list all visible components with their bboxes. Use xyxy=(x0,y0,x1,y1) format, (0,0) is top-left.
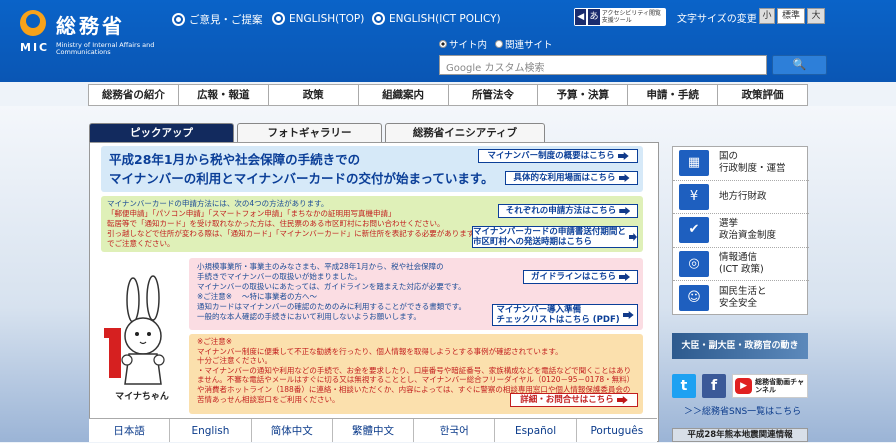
side-item-elections[interactable]: ✔ 選挙 政治資金制度 xyxy=(673,214,809,248)
side-item-ict[interactable]: ◎ 情報通信 (ICT 政策) xyxy=(673,248,809,281)
arrow-right-icon xyxy=(617,152,629,160)
youtube-channel-button[interactable]: ▶ 総務省動画チャンネル xyxy=(732,374,808,398)
lang-english[interactable]: English xyxy=(170,419,252,442)
guideline-button[interactable]: ガイドラインはこちら xyxy=(523,270,638,284)
lang-traditional-chinese[interactable]: 繁體中文 xyxy=(333,419,415,442)
application-methods-button[interactable]: それぞれの申請方法はこちら xyxy=(498,204,638,218)
hiragana-icon: あ xyxy=(588,9,600,25)
arrow-right-icon xyxy=(628,233,637,241)
nav-policy[interactable]: 政策 xyxy=(268,84,359,106)
mynachan-mascot-image xyxy=(104,275,165,385)
tab-bar: ピックアップ フォトギャラリー 総務省イニシアティブ xyxy=(89,123,657,143)
nav-laws[interactable]: 所管法令 xyxy=(448,84,539,106)
minister-banner[interactable]: 大臣・副大臣・政務官の動き xyxy=(672,333,808,359)
logo-subtitle: Ministry of Internal Affairs and Communi… xyxy=(56,41,155,56)
application-text: マイナンバーカードの申請方法には、次の4つの方法があります。 「郵便申請」「パソ… xyxy=(107,199,482,248)
scope-site[interactable]: サイト内 xyxy=(439,37,487,51)
radio-checked-icon xyxy=(439,40,447,48)
building-icon: ▦ xyxy=(679,150,709,177)
global-nav: 総務省の紹介 広報・報道 政策 組織案内 所管法令 予算・決算 申請・手続 政策… xyxy=(88,84,808,106)
lang-japanese[interactable]: 日本語 xyxy=(89,419,171,442)
facebook-icon[interactable]: f xyxy=(702,374,726,398)
details-contact-button[interactable]: 詳細・お問合せはこちら xyxy=(510,393,638,407)
link-english-top[interactable]: ENGLISH(TOP) xyxy=(272,12,364,25)
accessibility-label: アクセシビリティ閲覧支援ツール xyxy=(601,10,662,24)
tab-pickup[interactable]: ピックアップ xyxy=(89,123,234,143)
twitter-icon[interactable]: t xyxy=(672,374,696,398)
nav-evaluation[interactable]: 政策評価 xyxy=(718,84,808,106)
yen-icon: ¥ xyxy=(679,183,709,210)
policy-sidebar: ▦ 国の 行政制度・運営 ¥ 地方行財政 ✔ 選挙 政治資金制度 ◎ 情報通信 (ICT… xyxy=(672,146,809,315)
arrow-right-icon xyxy=(618,174,630,182)
usage-scenes-button[interactable]: 具体的な利用場面はこちら xyxy=(505,171,638,185)
font-size-label: 文字サイズの変更 xyxy=(677,14,757,25)
mic-logo-icon[interactable] xyxy=(20,10,46,36)
scope-related[interactable]: 関連サイト xyxy=(495,37,553,51)
nav-organization[interactable]: 組織案内 xyxy=(358,84,449,106)
globe-icon: ◎ xyxy=(679,250,709,277)
arrow-right-icon xyxy=(622,311,634,319)
font-size-small[interactable]: 小 xyxy=(759,8,775,24)
tab-photo-gallery[interactable]: フォトギャラリー xyxy=(237,123,382,143)
circle-icon xyxy=(172,13,185,26)
nav-about[interactable]: 総務省の紹介 xyxy=(88,84,179,106)
side-item-safety[interactable]: ☺ 国民生活と 安全安全 xyxy=(673,281,809,315)
logo-title[interactable]: 総務省 xyxy=(56,10,125,39)
mascot-label: マイナちゃん xyxy=(115,392,169,402)
font-size-standard[interactable]: 標準 xyxy=(777,8,805,24)
search-button[interactable]: 🔍 xyxy=(772,55,827,75)
mynumber-overview-button[interactable]: マイナンバー制度の概要はこちら xyxy=(478,149,638,163)
lang-portuguese[interactable]: Português xyxy=(577,419,657,442)
font-size-large[interactable]: 大 xyxy=(807,8,825,24)
ballot-icon: ✔ xyxy=(679,217,709,244)
radio-icon xyxy=(495,40,503,48)
link-opinion[interactable]: ご意見・ご提案 xyxy=(172,12,263,27)
link-english-ict[interactable]: ENGLISH(ICT POLICY) xyxy=(372,12,501,25)
headline-text: 平成28年1月から税や社会保障の手続きでの マイナンバーの利用とマイナンバーカード… xyxy=(109,152,494,186)
logo-mic: MIC xyxy=(20,41,50,54)
accessibility-tool[interactable]: ◀ あ アクセシビリティ閲覧支援ツール xyxy=(574,8,666,26)
lang-korean[interactable]: 한국어 xyxy=(414,419,496,442)
lang-spanish[interactable]: Español xyxy=(495,419,577,442)
language-bar: 日本語 English 简体中文 繁體中文 한국어 Español Portug… xyxy=(89,418,657,442)
arrow-right-icon xyxy=(619,207,631,215)
nav-press[interactable]: 広報・報道 xyxy=(178,84,269,106)
kumamoto-banner[interactable]: 平成28年熊本地震関連情報 xyxy=(672,428,808,442)
business-text: 小規模事業所・事業主のみなさまも、平成28年1月から、税や社会保障の 手続きでマ… xyxy=(197,262,466,321)
arrow-right-icon xyxy=(616,396,628,404)
side-item-local-finance[interactable]: ¥ 地方行財政 xyxy=(673,181,809,214)
search-input[interactable]: Google カスタム検索 xyxy=(439,55,767,75)
side-item-administration[interactable]: ▦ 国の 行政制度・運営 xyxy=(673,147,809,181)
nav-budget[interactable]: 予算・決算 xyxy=(538,84,629,106)
tab-initiative[interactable]: 総務省イニシアティブ xyxy=(385,123,545,143)
circle-icon xyxy=(272,12,285,25)
checklist-button[interactable]: マイナンバー導入準備 チェックリストはこちら (PDF) xyxy=(492,304,638,326)
arrow-right-icon xyxy=(619,273,630,281)
circle-icon xyxy=(372,12,385,25)
shipping-schedule-button[interactable]: マイナンバーカードの申請書送付期間と 市区町村への発送時期はこちら xyxy=(472,226,638,248)
youtube-play-icon: ▶ xyxy=(735,378,753,394)
lang-simplified-chinese[interactable]: 简体中文 xyxy=(252,419,333,442)
nav-procedures[interactable]: 申請・手続 xyxy=(628,84,719,106)
speaker-icon: ◀ xyxy=(575,9,587,25)
sns-list-link[interactable]: ＞＞総務省SNS一覧はこちら xyxy=(684,404,801,417)
people-icon: ☺ xyxy=(679,284,709,311)
